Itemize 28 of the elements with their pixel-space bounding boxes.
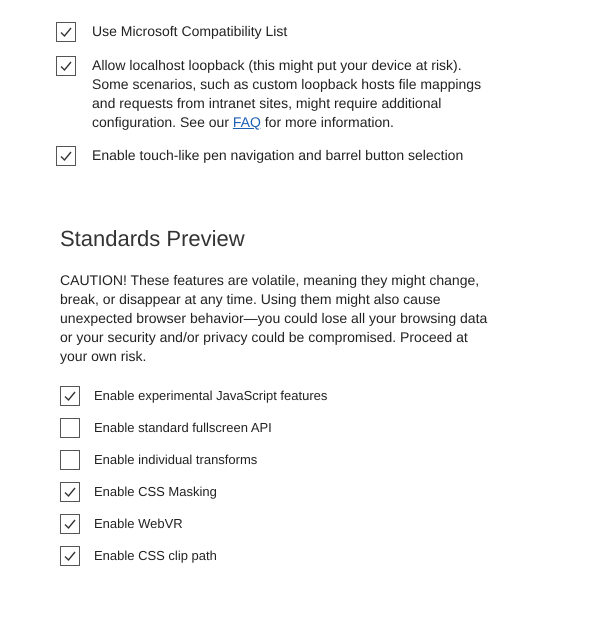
checkmark-icon [63, 389, 77, 403]
option-label: Enable touch-like pen navigation and barrel button selection [92, 146, 464, 165]
option-label: Use Microsoft Compatibility List [92, 22, 288, 41]
checkmark-icon [63, 549, 77, 563]
option-label: Enable individual transforms [94, 451, 258, 470]
checkbox[interactable] [56, 146, 76, 166]
checkbox[interactable] [56, 22, 76, 42]
option-label: Enable CSS clip path [94, 547, 217, 566]
option-label: Enable CSS Masking [94, 483, 217, 502]
checkbox[interactable] [60, 418, 80, 438]
checkmark-icon [63, 485, 77, 499]
caution-text: CAUTION! These features are volatile, meaning they might change, break, or disappear at any time. Using them might also cause unexpected browser behavior—you could lose all your browsing data or your security and/or privacy could be compromised. Proceed at your own risk. [60, 271, 488, 366]
checkbox[interactable] [60, 546, 80, 566]
option-label: Enable experimental JavaScript features [94, 387, 328, 406]
option-label: Enable WebVR [94, 515, 183, 534]
checkbox[interactable] [60, 450, 80, 470]
checkmark-icon [59, 25, 73, 39]
option-label: Enable standard fullscreen API [94, 419, 272, 438]
checkbox[interactable] [56, 56, 76, 76]
checkmark-icon [63, 517, 77, 531]
section-title: Standards Preview [60, 225, 246, 253]
option-label: Allow localhost loopback (this might put your device at risk). Some scenarios, such as custom loopback hosts file mappings and requests from intranet sites, might require additional configuration. See our FAQ for more information. [92, 56, 482, 132]
checkmark-icon [59, 59, 73, 73]
faq-link[interactable]: FAQ [232, 114, 261, 130]
checkbox[interactable] [60, 514, 80, 534]
checkmark-icon [59, 149, 73, 163]
checkbox[interactable] [60, 482, 80, 502]
checkbox[interactable] [60, 386, 80, 406]
